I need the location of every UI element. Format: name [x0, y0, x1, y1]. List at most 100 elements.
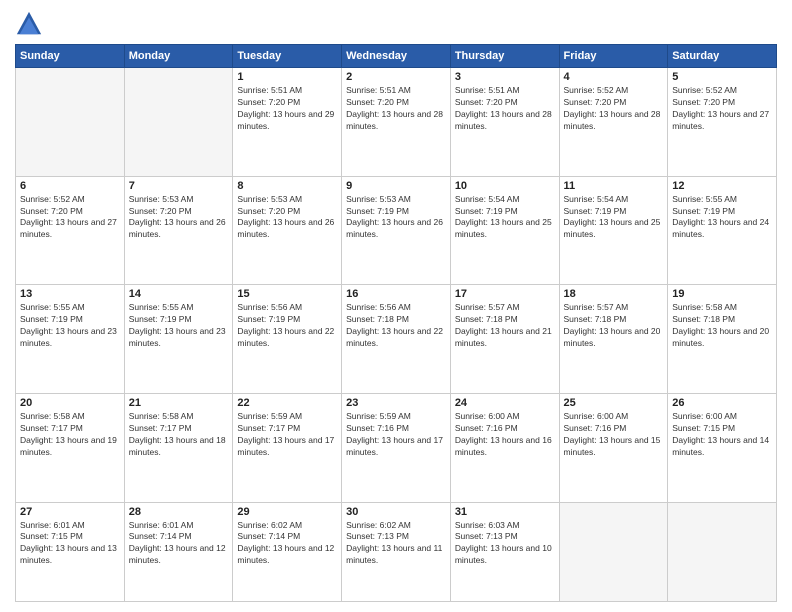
weekday-header-row: SundayMondayTuesdayWednesdayThursdayFrid…: [16, 45, 777, 68]
day-number: 7: [129, 180, 229, 192]
calendar-cell: 19 Sunrise: 5:58 AMSunset: 7:18 PMDayligh…: [668, 285, 777, 394]
day-info: Sunrise: 6:02 AMSunset: 7:14 PMDaylight:…: [237, 520, 337, 568]
calendar-cell: 4 Sunrise: 5:52 AMSunset: 7:20 PMDaylight…: [559, 68, 668, 177]
day-number: 23: [346, 397, 446, 409]
calendar-cell: [559, 502, 668, 601]
day-info: Sunrise: 6:00 AMSunset: 7:16 PMDaylight:…: [564, 411, 664, 459]
day-number: 26: [672, 397, 772, 409]
day-info: Sunrise: 5:56 AMSunset: 7:18 PMDaylight:…: [346, 302, 446, 350]
day-info: Sunrise: 5:58 AMSunset: 7:18 PMDaylight:…: [672, 302, 772, 350]
calendar-cell: 22Sunrise: 5:59 AMSunset: 7:17 PMDayligh…: [233, 393, 342, 502]
day-number: 12: [672, 180, 772, 192]
day-number: 11: [564, 180, 664, 192]
day-info: Sunrise: 5:58 AMSunset: 7:17 PMDaylight:…: [129, 411, 229, 459]
day-info: Sunrise: 5:55 AMSunset: 7:19 PMDaylight:…: [672, 194, 772, 242]
day-info: Sunrise: 6:02 AMSunset: 7:13 PMDaylight:…: [346, 520, 446, 568]
day-info: Sunrise: 5:53 AMSunset: 7:20 PMDaylight:…: [237, 194, 337, 242]
weekday-header: Friday: [559, 45, 668, 68]
day-info: Sunrise: 5:54 AMSunset: 7:19 PMDaylight:…: [455, 194, 555, 242]
calendar-cell: 24Sunrise: 6:00 AMSunset: 7:16 PMDayligh…: [450, 393, 559, 502]
day-number: 25: [564, 397, 664, 409]
header: [15, 10, 777, 38]
calendar-cell: 29Sunrise: 6:02 AMSunset: 7:14 PMDayligh…: [233, 502, 342, 601]
day-number: 13: [20, 288, 120, 300]
day-info: Sunrise: 5:57 AMSunset: 7:18 PMDaylight:…: [455, 302, 555, 350]
day-info: Sunrise: 5:55 AMSunset: 7:19 PMDaylight:…: [20, 302, 120, 350]
day-number: 8: [237, 180, 337, 192]
day-number: 3: [455, 71, 555, 83]
day-number: 15: [237, 288, 337, 300]
day-info: Sunrise: 5:52 AMSunset: 7:20 PMDaylight:…: [672, 85, 772, 133]
day-number: 1: [237, 71, 337, 83]
calendar-cell: 28 Sunrise: 6:01 AMSunset: 7:14 PMDayligh…: [124, 502, 233, 601]
day-info: Sunrise: 5:51 AMSunset: 7:20 PMDaylight:…: [237, 85, 337, 133]
logo-icon: [15, 10, 43, 38]
day-number: 6: [20, 180, 120, 192]
day-info: Sunrise: 5:59 AMSunset: 7:17 PMDaylight:…: [237, 411, 337, 459]
day-number: 10: [455, 180, 555, 192]
weekday-header: Tuesday: [233, 45, 342, 68]
calendar-cell: 10 Sunrise: 5:54 AMSunset: 7:19 PMDayligh…: [450, 176, 559, 285]
day-info: Sunrise: 5:55 AMSunset: 7:19 PMDaylight:…: [129, 302, 229, 350]
day-number: 24: [455, 397, 555, 409]
calendar-cell: 2 Sunrise: 5:51 AMSunset: 7:20 PMDaylight…: [342, 68, 451, 177]
calendar-week-row: 6 Sunrise: 5:52 AMSunset: 7:20 PMDaylight…: [16, 176, 777, 285]
weekday-header: Saturday: [668, 45, 777, 68]
day-number: 5: [672, 71, 772, 83]
calendar-cell: 30 Sunrise: 6:02 AMSunset: 7:13 PMDayligh…: [342, 502, 451, 601]
calendar-week-row: 1 Sunrise: 5:51 AMSunset: 7:20 PMDaylight…: [16, 68, 777, 177]
day-number: 2: [346, 71, 446, 83]
day-info: Sunrise: 6:01 AMSunset: 7:15 PMDaylight:…: [20, 520, 120, 568]
calendar-cell: 9 Sunrise: 5:53 AMSunset: 7:19 PMDaylight…: [342, 176, 451, 285]
calendar-cell: 17 Sunrise: 5:57 AMSunset: 7:18 PMDayligh…: [450, 285, 559, 394]
weekday-header: Monday: [124, 45, 233, 68]
calendar-cell: 6 Sunrise: 5:52 AMSunset: 7:20 PMDaylight…: [16, 176, 125, 285]
calendar-cell: 13 Sunrise: 5:55 AMSunset: 7:19 PMDayligh…: [16, 285, 125, 394]
calendar-cell: 18Sunrise: 5:57 AMSunset: 7:18 PMDayligh…: [559, 285, 668, 394]
calendar-cell: 8 Sunrise: 5:53 AMSunset: 7:20 PMDaylight…: [233, 176, 342, 285]
day-number: 9: [346, 180, 446, 192]
calendar-cell: 12 Sunrise: 5:55 AMSunset: 7:19 PMDayligh…: [668, 176, 777, 285]
day-info: Sunrise: 5:53 AMSunset: 7:19 PMDaylight:…: [346, 194, 446, 242]
day-info: Sunrise: 6:01 AMSunset: 7:14 PMDaylight:…: [129, 520, 229, 568]
calendar: SundayMondayTuesdayWednesdayThursdayFrid…: [15, 44, 777, 602]
day-number: 19: [672, 288, 772, 300]
day-number: 27: [20, 506, 120, 518]
day-info: Sunrise: 5:52 AMSunset: 7:20 PMDaylight:…: [564, 85, 664, 133]
day-info: Sunrise: 5:59 AMSunset: 7:16 PMDaylight:…: [346, 411, 446, 459]
calendar-cell: 21 Sunrise: 5:58 AMSunset: 7:17 PMDayligh…: [124, 393, 233, 502]
day-info: Sunrise: 5:56 AMSunset: 7:19 PMDaylight:…: [237, 302, 337, 350]
day-info: Sunrise: 5:51 AMSunset: 7:20 PMDaylight:…: [346, 85, 446, 133]
day-number: 4: [564, 71, 664, 83]
day-number: 18: [564, 288, 664, 300]
weekday-header: Sunday: [16, 45, 125, 68]
day-number: 31: [455, 506, 555, 518]
calendar-cell: [668, 502, 777, 601]
day-info: Sunrise: 5:52 AMSunset: 7:20 PMDaylight:…: [20, 194, 120, 242]
logo: [15, 10, 47, 38]
calendar-cell: 14 Sunrise: 5:55 AMSunset: 7:19 PMDayligh…: [124, 285, 233, 394]
calendar-week-row: 27 Sunrise: 6:01 AMSunset: 7:15 PMDayligh…: [16, 502, 777, 601]
calendar-cell: [16, 68, 125, 177]
calendar-cell: 23 Sunrise: 5:59 AMSunset: 7:16 PMDayligh…: [342, 393, 451, 502]
calendar-cell: 11 Sunrise: 5:54 AMSunset: 7:19 PMDayligh…: [559, 176, 668, 285]
day-info: Sunrise: 6:03 AMSunset: 7:13 PMDaylight:…: [455, 520, 555, 568]
calendar-week-row: 20 Sunrise: 5:58 AMSunset: 7:17 PMDayligh…: [16, 393, 777, 502]
day-info: Sunrise: 5:51 AMSunset: 7:20 PMDaylight:…: [455, 85, 555, 133]
day-number: 30: [346, 506, 446, 518]
calendar-cell: 1 Sunrise: 5:51 AMSunset: 7:20 PMDaylight…: [233, 68, 342, 177]
day-info: Sunrise: 5:54 AMSunset: 7:19 PMDaylight:…: [564, 194, 664, 242]
calendar-cell: 20Sunrise: 5:58 AMSunset: 7:17 PMDayligh…: [16, 393, 125, 502]
calendar-cell: 27 Sunrise: 6:01 AMSunset: 7:15 PMDayligh…: [16, 502, 125, 601]
day-number: 17: [455, 288, 555, 300]
weekday-header: Thursday: [450, 45, 559, 68]
calendar-cell: 3 Sunrise: 5:51 AMSunset: 7:20 PMDaylight…: [450, 68, 559, 177]
day-number: 28: [129, 506, 229, 518]
weekday-header: Wednesday: [342, 45, 451, 68]
day-number: 21: [129, 397, 229, 409]
day-number: 14: [129, 288, 229, 300]
calendar-cell: 31 Sunrise: 6:03 AMSunset: 7:13 PMDayligh…: [450, 502, 559, 601]
day-number: 20: [20, 397, 120, 409]
calendar-cell: 26Sunrise: 6:00 AMSunset: 7:15 PMDayligh…: [668, 393, 777, 502]
day-info: Sunrise: 5:53 AMSunset: 7:20 PMDaylight:…: [129, 194, 229, 242]
